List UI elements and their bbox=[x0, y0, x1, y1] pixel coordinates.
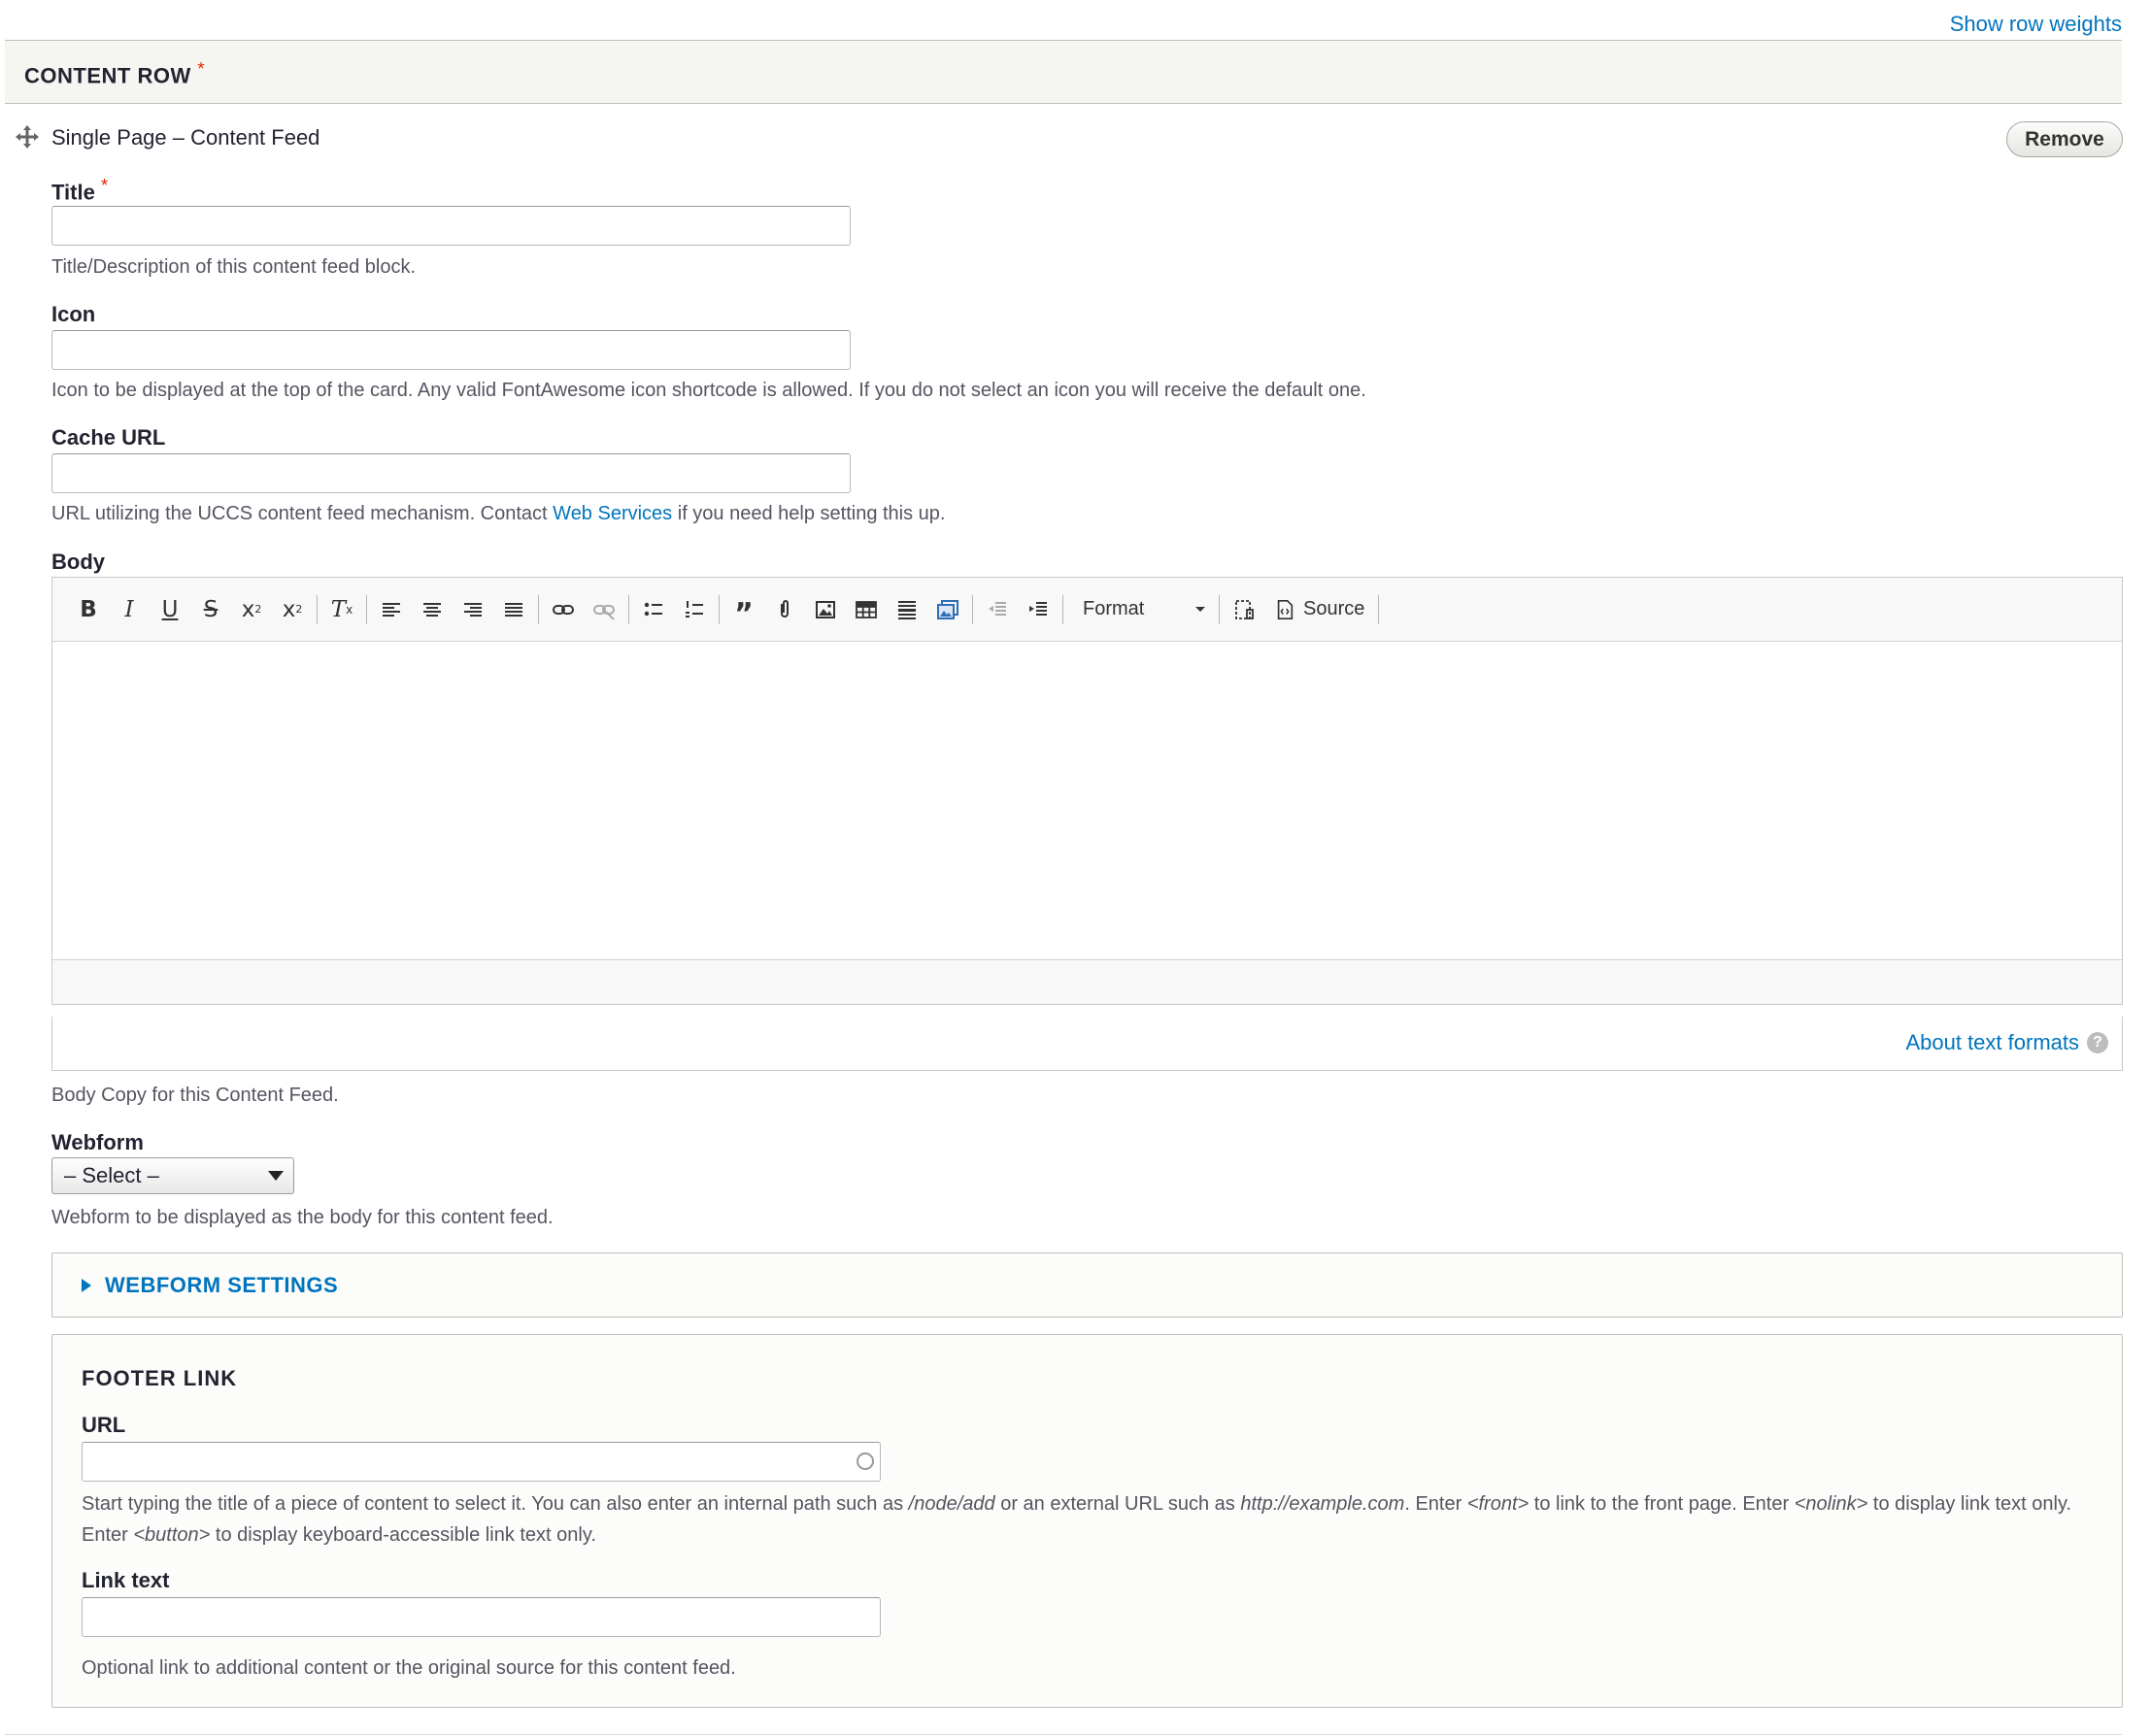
italic-icon[interactable]: I bbox=[109, 591, 150, 628]
cache-url-desc-text-2: if you need help setting this up. bbox=[672, 503, 946, 524]
strikethrough-icon[interactable]: S bbox=[190, 591, 231, 628]
unlink-icon[interactable] bbox=[584, 591, 624, 628]
toolbar-separator bbox=[1062, 594, 1063, 624]
title-label: Title * bbox=[51, 175, 108, 205]
webform-label: Webform bbox=[51, 1130, 144, 1154]
bold-icon[interactable]: B bbox=[68, 591, 109, 628]
web-services-link[interactable]: Web Services bbox=[553, 503, 672, 524]
show-blocks-icon[interactable] bbox=[1224, 591, 1264, 628]
align-left-icon[interactable] bbox=[371, 591, 412, 628]
cache-url-label: Cache URL bbox=[51, 425, 166, 450]
toolbar-separator bbox=[972, 594, 973, 624]
editor-toolbar: B I U S x2 x2 Tx ” Format Source bbox=[52, 578, 2122, 642]
title-input[interactable] bbox=[51, 206, 851, 246]
format-dropdown[interactable]: Format bbox=[1067, 591, 1215, 628]
help-icon: ? bbox=[2087, 1032, 2108, 1053]
title-label-text: Title bbox=[51, 180, 95, 205]
source-button-label: Source bbox=[1303, 598, 1365, 619]
editor-content-area[interactable] bbox=[52, 642, 2122, 961]
subscript-icon[interactable]: x2 bbox=[272, 591, 313, 628]
footer-url-input[interactable] bbox=[82, 1442, 881, 1482]
remove-button[interactable]: Remove bbox=[2006, 121, 2123, 157]
url-desc-part: to link to the front page. Enter bbox=[1529, 1493, 1795, 1515]
footer-url-description: Start typing the title of a piece of con… bbox=[82, 1488, 2101, 1551]
webform-select[interactable]: – Select – bbox=[51, 1157, 294, 1194]
bulleted-list-icon[interactable] bbox=[633, 591, 674, 628]
content-row-title-text: CONTENT ROW bbox=[24, 63, 191, 88]
url-desc-example: <button> bbox=[133, 1524, 211, 1546]
source-icon bbox=[1277, 599, 1294, 619]
link-icon[interactable] bbox=[543, 591, 584, 628]
toolbar-separator bbox=[1219, 594, 1220, 624]
attachment-icon[interactable] bbox=[764, 591, 805, 628]
image-icon[interactable] bbox=[805, 591, 846, 628]
cache-url-desc-text: URL utilizing the UCCS content feed mech… bbox=[51, 503, 554, 524]
footer-link-fieldset: FOOTER LINK URL Start typing the title o… bbox=[51, 1334, 2123, 1708]
text-format-box: About text formats ? bbox=[51, 1017, 2123, 1071]
webform-settings-details[interactable]: WEBFORM SETTINGS bbox=[51, 1252, 2123, 1318]
toolbar-separator bbox=[317, 594, 318, 624]
row-item-title: Single Page – Content Feed bbox=[51, 125, 320, 150]
show-row-weights-link[interactable]: Show row weights bbox=[1950, 12, 2122, 37]
table-icon[interactable] bbox=[846, 591, 887, 628]
url-desc-part: or an external URL such as bbox=[994, 1493, 1241, 1515]
divider bbox=[5, 1734, 2122, 1735]
editor-status-bar bbox=[52, 959, 2122, 1004]
remove-format-icon[interactable]: Tx bbox=[321, 591, 362, 628]
required-mark: * bbox=[100, 175, 109, 195]
about-text-formats-link[interactable]: About text formats ? bbox=[1905, 1030, 2108, 1055]
drag-handle-icon[interactable] bbox=[15, 124, 40, 150]
icon-description: Icon to be displayed at the top of the c… bbox=[51, 380, 1366, 401]
footer-link-legend: FOOTER LINK bbox=[82, 1366, 238, 1390]
link-text-description: Optional link to additional content or t… bbox=[82, 1657, 736, 1679]
about-text-formats-label: About text formats bbox=[1905, 1030, 2079, 1054]
toolbar-separator bbox=[719, 594, 720, 624]
expand-triangle-icon bbox=[82, 1278, 91, 1292]
align-center-icon[interactable] bbox=[412, 591, 453, 628]
caret-down-icon bbox=[268, 1171, 284, 1181]
outdent-icon[interactable] bbox=[977, 591, 1018, 628]
url-desc-example: <front> bbox=[1466, 1493, 1529, 1515]
source-button[interactable]: Source bbox=[1264, 591, 1374, 628]
indent-icon[interactable] bbox=[1018, 591, 1059, 628]
webform-selected-value: – Select – bbox=[64, 1163, 159, 1187]
cache-url-description: URL utilizing the UCCS content feed mech… bbox=[51, 503, 946, 525]
blockquote-icon[interactable]: ” bbox=[723, 591, 764, 631]
body-label: Body bbox=[51, 550, 105, 574]
autocomplete-throbber-icon bbox=[857, 1452, 874, 1470]
toolbar-separator bbox=[1378, 594, 1380, 624]
cache-url-input[interactable] bbox=[51, 453, 851, 493]
link-text-input[interactable] bbox=[82, 1597, 881, 1637]
url-desc-example: /node/add bbox=[908, 1493, 995, 1515]
horizontal-rule-icon[interactable] bbox=[887, 591, 927, 628]
url-desc-part: to display keyboard-accessible link text… bbox=[210, 1524, 596, 1546]
body-description: Body Copy for this Content Feed. bbox=[51, 1085, 339, 1106]
title-description: Title/Description of this content feed b… bbox=[51, 256, 416, 278]
align-right-icon[interactable] bbox=[453, 591, 493, 628]
required-mark: * bbox=[197, 58, 205, 79]
format-dropdown-label: Format bbox=[1083, 598, 1145, 619]
toolbar-separator bbox=[366, 594, 367, 624]
link-text-label: Link text bbox=[82, 1568, 170, 1592]
numbered-list-icon[interactable] bbox=[674, 591, 715, 628]
url-desc-example: http://example.com bbox=[1240, 1493, 1405, 1515]
align-justify-icon[interactable] bbox=[493, 591, 534, 628]
media-library-icon[interactable] bbox=[927, 591, 968, 628]
content-row-title: CONTENT ROW * bbox=[24, 58, 205, 88]
content-row-header bbox=[5, 40, 2122, 104]
superscript-icon[interactable]: x2 bbox=[231, 591, 272, 628]
icon-label: Icon bbox=[51, 302, 96, 326]
icon-input[interactable] bbox=[51, 330, 851, 370]
webform-description: Webform to be displayed as the body for … bbox=[51, 1207, 554, 1228]
toolbar-separator bbox=[628, 594, 629, 624]
url-desc-part: . Enter bbox=[1404, 1493, 1467, 1515]
body-editor: B I U S x2 x2 Tx ” Format Source bbox=[51, 577, 2123, 1005]
footer-url-label: URL bbox=[82, 1413, 126, 1437]
url-desc-example: <nolink> bbox=[1794, 1493, 1868, 1515]
toolbar-separator bbox=[538, 594, 539, 624]
webform-settings-summary[interactable]: WEBFORM SETTINGS bbox=[105, 1273, 338, 1298]
underline-icon[interactable]: U bbox=[150, 591, 190, 628]
dropdown-arrow-icon bbox=[1195, 607, 1205, 612]
url-desc-part: Start typing the title of a piece of con… bbox=[82, 1493, 909, 1515]
